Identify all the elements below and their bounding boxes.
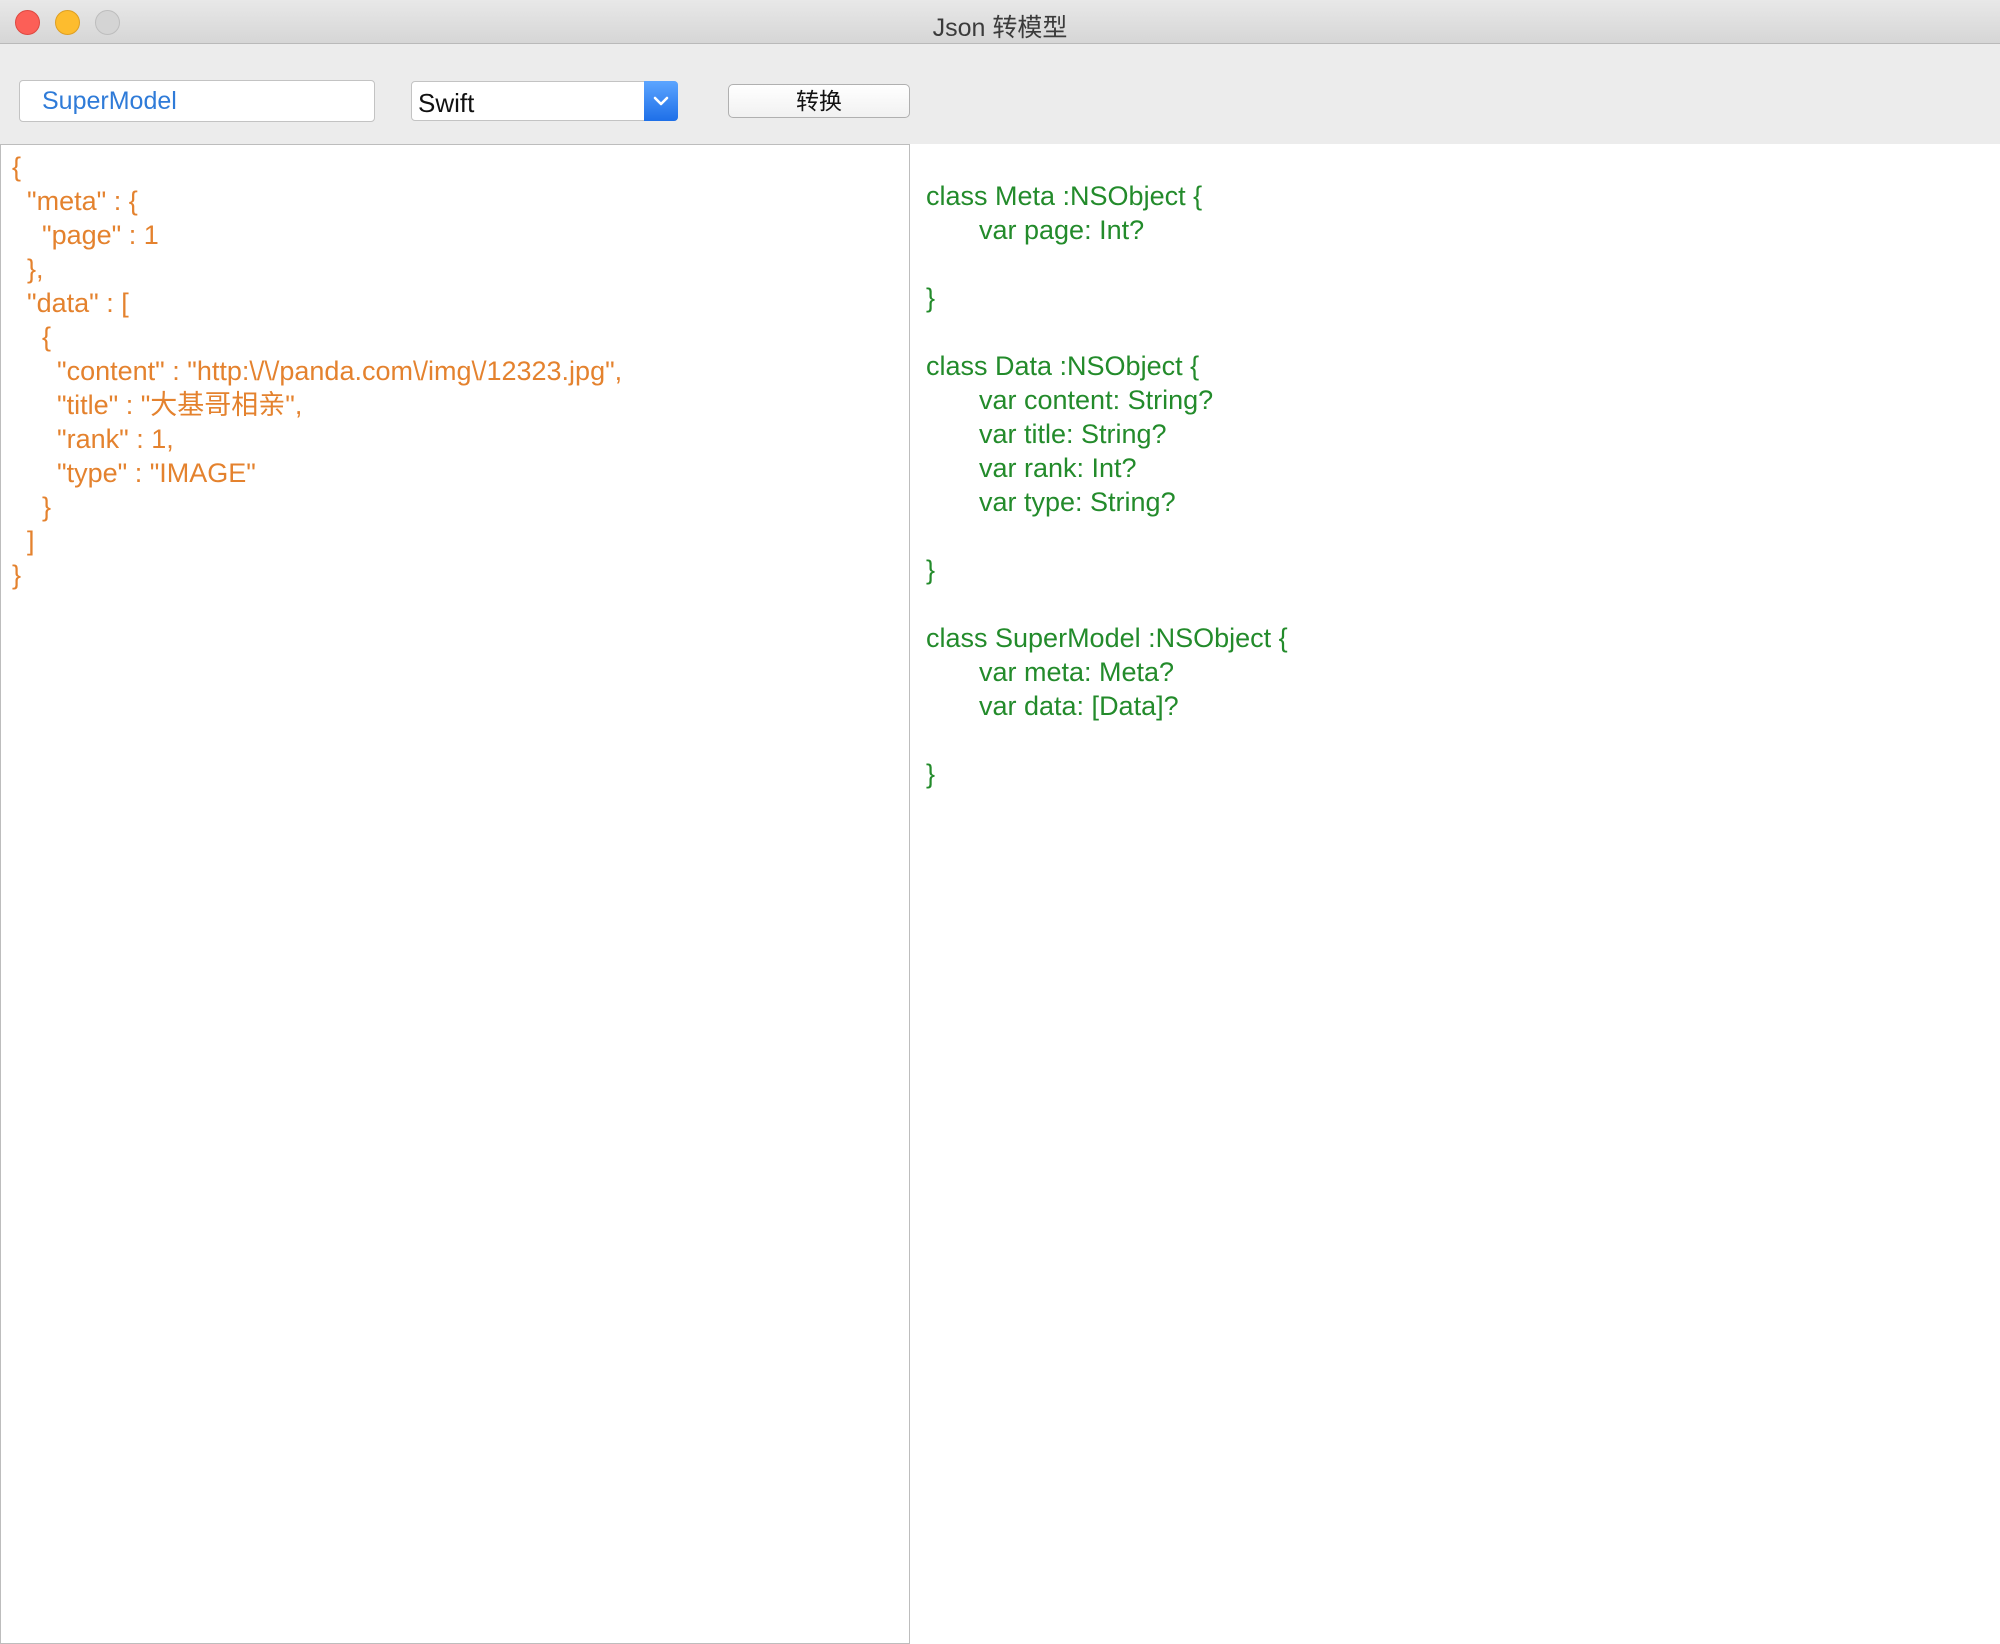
code-line: var content: String? [979,385,1214,415]
code-line: } [926,759,936,789]
code-line: } [926,283,936,313]
code-line: var rank: Int? [979,453,1137,483]
json-line: { [12,152,22,182]
chevron-down-icon[interactable] [644,81,678,121]
json-line: } [12,492,52,522]
code-line: class Meta :NSObject { [926,181,1203,211]
json-line: "data" : [ [12,288,129,318]
window-title: Json 转模型 [932,14,1068,42]
json-line: "page" : 1 [12,220,159,250]
json-line: "type" : "IMAGE" [12,458,256,488]
language-select-value: Swift [418,88,475,118]
json-line: ] [12,526,35,556]
app-window: Json 转模型 Swift 转换 { "meta" : { "page" : … [0,0,2000,1644]
code-line: class SuperModel :NSObject { [926,623,1288,653]
code-line: var title: String? [979,419,1167,449]
convert-button[interactable]: 转换 [728,84,910,118]
json-line: "content" : "http:\/\/panda.com\/img\/12… [12,356,623,386]
json-line: } [12,560,22,590]
json-input-editor[interactable]: { "meta" : { "page" : 1 }, "data" : [ { … [0,144,910,1644]
json-line: "rank" : 1, [12,424,174,454]
json-line: { [12,322,52,352]
code-line: var data: [Data]? [979,691,1179,721]
toolbar: Swift 转换 [0,44,2000,144]
code-line: var page: Int? [979,215,1145,245]
language-select[interactable]: Swift [411,81,678,121]
code-line: class Data :NSObject { [926,351,1200,381]
code-line: var type: String? [979,487,1176,517]
title-bar[interactable]: Json 转模型 [0,0,2000,44]
code-output-view[interactable]: class Meta :NSObject { var page: Int? } … [910,144,2000,1644]
class-name-input[interactable] [19,80,375,122]
json-line: }, [12,254,44,284]
code-line: var meta: Meta? [979,657,1175,687]
code-line: } [926,555,936,585]
json-line: "meta" : { [12,186,138,216]
json-line: "title" : "大基哥相亲", [12,390,303,420]
